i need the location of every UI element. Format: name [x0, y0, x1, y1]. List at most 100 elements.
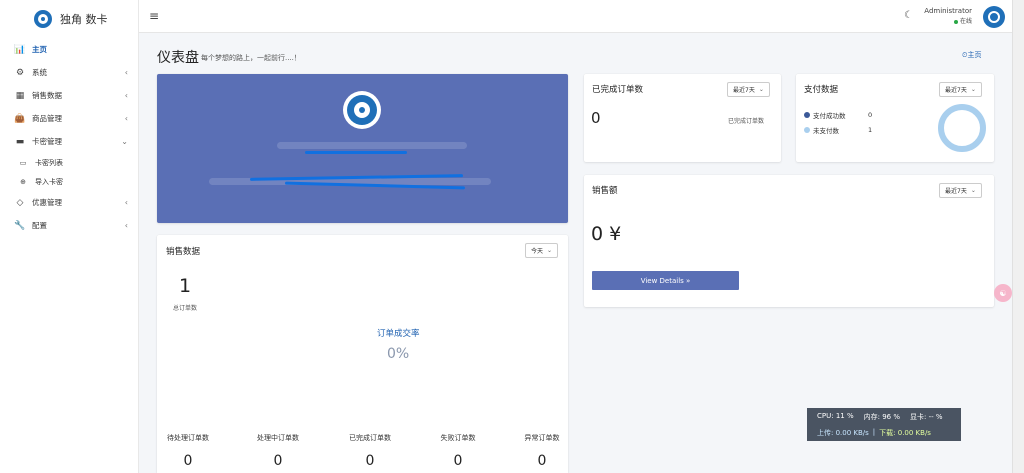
stat-label: 待处理订单数	[167, 434, 209, 442]
stat-value: 0	[273, 453, 283, 469]
total-orders-label: 总订单数	[173, 305, 198, 312]
chevron-down-icon: ⌄	[121, 137, 128, 146]
breadcrumb-home-link[interactable]: ⏲主页	[962, 50, 981, 60]
legend-unpaid: 未支付数 1	[804, 125, 872, 135]
sales-data-title: 销售数据	[166, 247, 201, 257]
stat-value: 0	[453, 453, 463, 469]
download-speed: 下载: 0.00 KB/s	[879, 429, 931, 437]
bag-icon: 👜	[14, 113, 26, 124]
sidebar-item-label: 主页	[32, 45, 47, 54]
separator: |	[872, 428, 876, 436]
completed-orders-title: 已完成订单数	[592, 85, 644, 95]
bar-chart-icon: 📊	[14, 44, 26, 55]
banner-logo-icon	[343, 91, 381, 129]
breadcrumb-home-label: 主页	[967, 51, 982, 59]
select-value: 最近7天	[733, 87, 755, 94]
stat-label: 异常订单数	[524, 434, 560, 442]
sales-amount-range-select[interactable]: 最近7天 ⌄	[939, 183, 982, 198]
legend-swatch	[804, 127, 810, 133]
memory-usage: 内存: 96 %	[863, 413, 900, 421]
order-conversion-rate-title: 订单成交率	[377, 329, 420, 339]
sales-amount-title: 销售额	[592, 186, 618, 196]
select-value: 最近7天	[945, 188, 967, 195]
sidebar-item-products[interactable]: 👜 商品管理 ‹	[0, 107, 138, 130]
stat-value: 0	[183, 453, 193, 469]
upload-speed: 上传: 0.00 KB/s	[817, 429, 869, 437]
cpu-usage: CPU: 11 %	[817, 412, 854, 420]
order-conversion-rate-value: 0%	[387, 346, 410, 362]
legend-value: 1	[868, 126, 873, 134]
completed-orders-card: 已完成订单数 最近7天 ⌄ 0 已完成订单数	[584, 74, 781, 162]
sidebar-subitem-label: 卡密列表	[35, 158, 63, 167]
legend-label: 未支付数	[813, 127, 839, 135]
completed-orders-value: 0	[591, 109, 601, 127]
completed-orders-range-select[interactable]: 最近7天 ⌄	[727, 82, 770, 97]
total-orders-value: 1	[179, 275, 192, 297]
sidebar-item-cards[interactable]: ▬ 卡密管理 ⌄	[0, 130, 138, 153]
user-info[interactable]: Administrator 在线	[924, 7, 972, 25]
wrench-icon: 🔧	[14, 220, 26, 231]
online-dot-icon	[953, 19, 958, 24]
payment-range-select[interactable]: 最近7天 ⌄	[939, 82, 982, 97]
stat-label: 处理中订单数	[257, 434, 299, 442]
chevron-left-icon: ‹	[124, 68, 128, 77]
stat-value: 0	[365, 453, 375, 469]
welcome-banner	[157, 74, 568, 223]
page-scrollbar[interactable]	[1012, 0, 1024, 473]
chevron-left-icon: ‹	[124, 91, 128, 100]
stat-value: 0	[537, 453, 547, 469]
stat-label: 已完成订单数	[349, 434, 391, 442]
sidebar-item-label: 系统	[32, 68, 47, 77]
payment-data-card: 支付数据 最近7天 ⌄ 支付成功数 0 未支付数 1	[796, 74, 994, 162]
menu-toggle-icon[interactable]: ≡	[149, 9, 159, 23]
chevron-left-icon: ‹	[124, 198, 128, 207]
select-value: 最近7天	[945, 87, 967, 94]
payment-donut-chart	[938, 104, 986, 152]
sidebar-item-coupons[interactable]: ◇ 优惠管理 ‹	[0, 191, 138, 214]
translate-float-icon[interactable]: ☯	[994, 284, 1012, 302]
diamond-icon: ◇	[16, 197, 24, 208]
chevron-down-icon: ⌄	[758, 86, 764, 93]
system-monitor-widget[interactable]: CPU: 11 % 内存: 96 % 显卡: -- % 上传: 0.00 KB/…	[807, 408, 961, 441]
brand[interactable]: 独角 数卡	[0, 0, 138, 38]
user-status-text: 在线	[959, 18, 972, 25]
sidebar-item-home[interactable]: 📊 主页	[0, 38, 138, 61]
plus-circle-icon: ⊕	[20, 177, 26, 186]
sidebar-item-sales-data[interactable]: ▦ 销售数据 ‹	[0, 84, 138, 107]
sidebar: 独角 数卡 📊 主页 ⚙ 系统 ‹ ▦ 销售数据 ‹ 👜 商品管理 ‹ ▬ 卡密…	[0, 0, 139, 473]
sidebar-subitem-import-cards[interactable]: ⊕ 导入卡密	[0, 172, 138, 191]
topbar: ≡ ☾ Administrator 在线	[139, 0, 1012, 33]
legend-paid: 支付成功数 0	[804, 110, 872, 120]
legend-swatch	[804, 112, 810, 118]
sidebar-item-label: 优惠管理	[32, 198, 62, 207]
sidebar-item-label: 商品管理	[32, 114, 62, 123]
chevron-down-icon: ⌄	[970, 86, 976, 93]
gear-icon: ⚙	[15, 67, 25, 78]
sidebar-item-label: 卡密管理	[32, 137, 62, 146]
view-details-button[interactable]: View Details »	[592, 271, 739, 290]
sales-data-range-select[interactable]: 今天 ⌄	[525, 243, 559, 258]
sidebar-nav: 📊 主页 ⚙ 系统 ‹ ▦ 销售数据 ‹ 👜 商品管理 ‹ ▬ 卡密管理 ⌄ ▭…	[0, 38, 138, 237]
user-status: 在线	[924, 16, 972, 25]
avatar[interactable]	[983, 6, 1005, 28]
legend-value: 0	[868, 111, 873, 119]
legend-label: 支付成功数	[813, 112, 846, 120]
stat-failed: 失败订单数 0	[439, 433, 477, 469]
sidebar-subitem-card-list[interactable]: ▭ 卡密列表	[0, 153, 138, 172]
dark-mode-moon-icon[interactable]: ☾	[904, 10, 913, 21]
stat-completed: 已完成订单数 0	[347, 433, 393, 469]
user-name: Administrator	[924, 7, 972, 15]
stat-abnormal: 异常订单数 0	[523, 433, 561, 469]
chevron-left-icon: ‹	[124, 221, 128, 230]
select-value: 今天	[531, 248, 544, 255]
sidebar-item-system[interactable]: ⚙ 系统 ‹	[0, 61, 138, 84]
stat-processing: 处理中订单数 0	[255, 433, 301, 469]
sales-amount-value: 0 ¥	[591, 223, 622, 245]
chevron-down-icon: ⌄	[970, 187, 976, 194]
sidebar-item-config[interactable]: 🔧 配置 ‹	[0, 214, 138, 237]
brand-logo-icon	[34, 10, 52, 28]
completed-orders-label: 已完成订单数	[728, 118, 765, 125]
payment-data-title: 支付数据	[804, 85, 839, 95]
chevron-left-icon: ‹	[124, 114, 128, 123]
page-title: 仪表盘	[157, 50, 199, 66]
